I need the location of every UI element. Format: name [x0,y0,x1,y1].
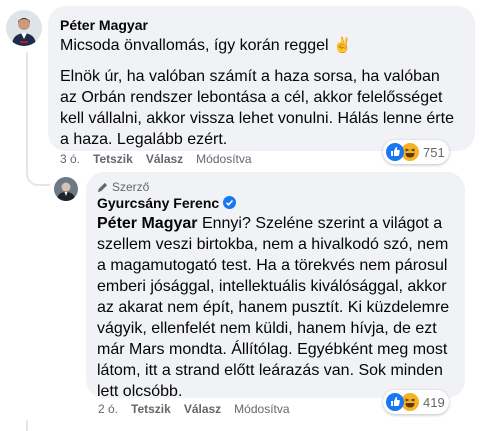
reply-reaction-summary[interactable]: 419 [383,390,449,414]
reaction-summary[interactable]: 751 [383,140,449,164]
reply-text: Péter Magyar Ennyi? Szeléne szerint a vi… [97,213,455,402]
edited-label: Módosítva [196,152,252,166]
comment-time[interactable]: 3 ó. [60,151,80,167]
reply-thread-line [26,52,50,186]
reply-thread-line-bottom [26,420,28,431]
pencil-icon [97,182,108,192]
reply-author-name[interactable]: Gyurcsány Ferenc [97,195,219,211]
reply-text-content: Ennyi? Szeléne szerint a világot a szell… [97,215,450,400]
avatar[interactable] [6,10,42,46]
mention-link[interactable]: Péter Magyar [97,215,198,232]
reply-reply-button[interactable]: Válasz [184,401,221,417]
reply-edited-label: Módosítva [234,402,290,416]
comment-first-line: Micsoda önvallomás, így korán reggel [60,37,329,54]
verified-icon [223,196,237,209]
like-button[interactable]: Tetszik [93,151,133,167]
comment-author[interactable]: Péter Magyar [60,16,148,34]
author-badge: Szerző [97,180,149,194]
reply-bubble: Szerző Gyurcsány Ferenc Péter Magyar Enn… [86,172,465,400]
reaction-count: 751 [423,144,445,160]
reply-like-icon [386,393,404,411]
author-avatar[interactable] [54,177,78,201]
victory-hand-emoji: ✌️ [333,37,352,54]
like-icon [386,143,404,161]
reply-actions: 2 ó. Tetszik Válasz Módosítva [98,401,303,417]
reply-time[interactable]: 2 ó. [98,401,118,417]
comment-bubble: Péter Magyar Micsoda önvallomás, így kor… [48,6,475,151]
comment-paragraph: Elnök úr, ha valóban számít a haza sorsa… [60,68,454,148]
reply-button[interactable]: Válasz [146,151,183,167]
author-badge-label: Szerző [112,180,150,194]
comment-actions: 3 ó. Tetszik Válasz Módosítva [60,151,265,167]
comment-text: Micsoda önvallomás, így korán reggel ✌️ … [60,35,460,150]
reply-like-button[interactable]: Tetszik [131,401,171,417]
reply-author[interactable]: Gyurcsány Ferenc [97,194,237,212]
reply-reaction-count: 419 [423,394,445,410]
